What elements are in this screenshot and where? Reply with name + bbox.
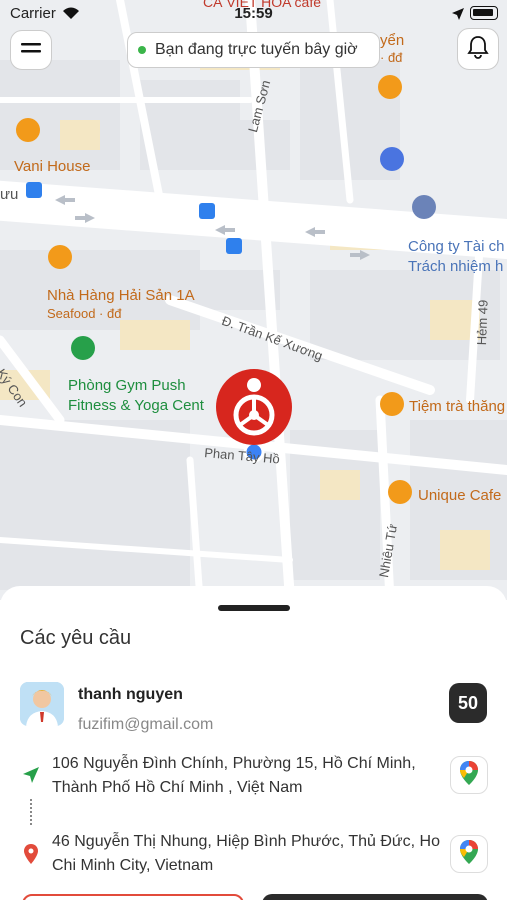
map-place-label: · đđ: [380, 50, 403, 65]
map-place-label: Vani House: [14, 158, 91, 175]
route-connector: [30, 799, 32, 825]
map-place-label: Trách nhiệm h: [408, 258, 504, 275]
online-dot-icon: [138, 46, 146, 54]
pickup-address: 106 Nguyễn Đình Chính, Phường 15, Hồ Chí…: [52, 755, 416, 796]
online-status-text: Bạn đang trực tuyến bây giờ: [155, 41, 358, 58]
requester-name: thanh nguyen: [78, 686, 183, 703]
menu-icon: [21, 41, 41, 60]
battery-icon: [470, 6, 498, 20]
location-arrow-icon: [452, 7, 464, 24]
google-maps-icon: [459, 760, 479, 791]
map-view[interactable]: CÀ VIỆT HÓA cafe yển · đđ Vani House ưu …: [0, 0, 507, 600]
location-arrow-icon: [22, 766, 40, 789]
status-bar: Carrier 15:59: [0, 0, 507, 28]
online-status-pill[interactable]: Bạn đang trực tuyến bây giờ: [127, 32, 380, 68]
google-maps-icon: [459, 839, 479, 870]
map-place-label: Fitness & Yoga Cent: [68, 397, 204, 414]
map-place-label: Phòng Gym Push: [68, 377, 186, 394]
requests-sheet: Các yêu cầu thanh nguyen fuzifim@gmail.c…: [0, 586, 507, 900]
map-street-label: Hẻm 49: [474, 299, 491, 346]
avatar: [20, 682, 64, 726]
request-count-badge: 50: [449, 683, 487, 723]
dropoff-address: 46 Nguyễn Thị Nhung, Hiệp Bình Phước, Th…: [52, 833, 440, 874]
pickup-google-maps-button[interactable]: [450, 756, 488, 794]
map-place-label: Tiệm trà thăng: [409, 398, 506, 415]
map-place-label: ưu: [0, 186, 19, 203]
map-place-label: Unique Cafe: [418, 487, 502, 504]
notification-button[interactable]: [457, 28, 499, 70]
accept-button[interactable]: [262, 894, 488, 900]
map-pin-icon: [24, 844, 38, 869]
requester-email: fuzifim@gmail.com: [78, 716, 214, 733]
car-marker-icon[interactable]: [214, 367, 294, 447]
map-place-label: Công ty Tài ch: [408, 238, 505, 255]
sheet-title: Các yêu cầu: [20, 627, 132, 649]
dropoff-google-maps-button[interactable]: [450, 835, 488, 873]
map-place-label: yển: [380, 32, 405, 49]
decline-button[interactable]: [22, 894, 244, 900]
map-place-label: Seafood · đđ: [47, 306, 122, 321]
status-time: 15:59: [234, 5, 273, 22]
bell-icon: [467, 35, 489, 64]
sheet-drag-handle[interactable]: [218, 605, 290, 611]
map-place-label: Nhà Hàng Hải Sản 1A: [47, 287, 195, 304]
menu-button[interactable]: [10, 30, 52, 70]
